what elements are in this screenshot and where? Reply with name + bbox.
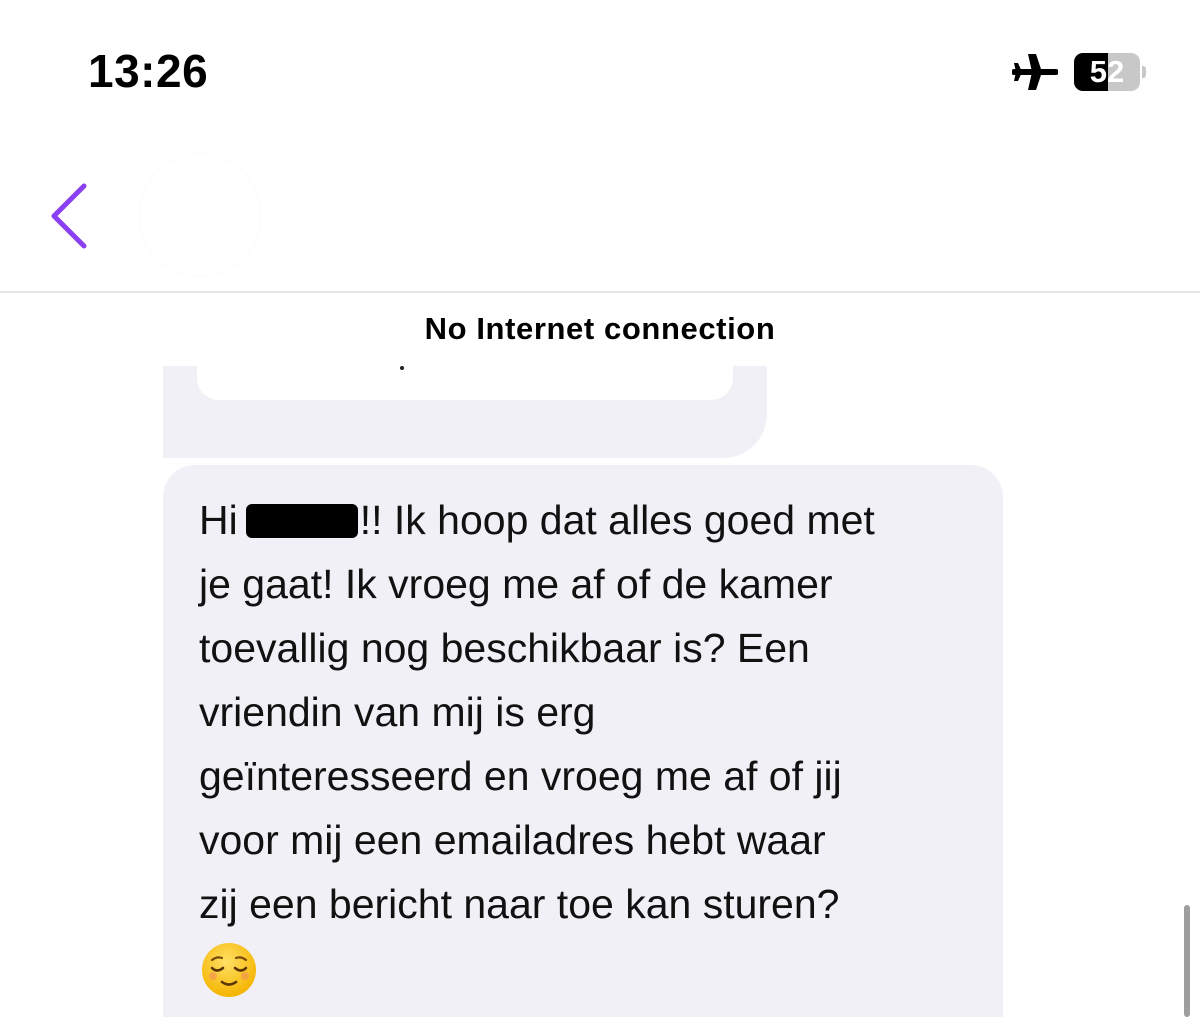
- connection-banner: No Internet connection: [424, 311, 776, 346]
- message-line: vriendin van mij is erg: [199, 689, 596, 735]
- previous-message-card: [197, 366, 733, 400]
- chevron-left-icon: [51, 183, 87, 249]
- message-line: je gaat! Ik vroeg me af of de kamer: [199, 561, 833, 607]
- redacted-name: [245, 504, 358, 538]
- message-line: zij een bericht naar toe kan sturen?: [199, 881, 840, 927]
- chat-screen: 13:26 52 No Internet connection Hi !! Ik …: [0, 0, 1200, 1017]
- airplane-icon: [1012, 54, 1058, 90]
- scrollbar[interactable]: [1184, 905, 1190, 1017]
- relieved-face-icon: [202, 943, 256, 997]
- message-text: Hi !! Ik hoop dat alles goed met je gaat!…: [199, 488, 989, 1000]
- message-line: toevallig nog beschikbaar is? Een: [199, 625, 810, 671]
- message-line: voor mij een emailadres hebt waar: [199, 817, 826, 863]
- nav-divider: [0, 291, 1200, 293]
- message-line: geïnteresseerd en vroeg me af of jij: [199, 753, 842, 799]
- status-time: 13:26: [88, 45, 209, 97]
- message-line-text: !! Ik hoop dat alles goed met: [359, 497, 875, 543]
- message-line: Hi !! Ik hoop dat alles goed met: [199, 488, 989, 552]
- contact-avatar[interactable]: [140, 155, 260, 275]
- greeting-text: Hi: [199, 497, 238, 543]
- back-button[interactable]: [40, 176, 100, 256]
- battery-indicator: 52: [1074, 53, 1146, 91]
- previous-message-fragment: [400, 366, 404, 370]
- battery-level: 52: [1089, 54, 1125, 89]
- previous-message-bubble[interactable]: [163, 366, 767, 458]
